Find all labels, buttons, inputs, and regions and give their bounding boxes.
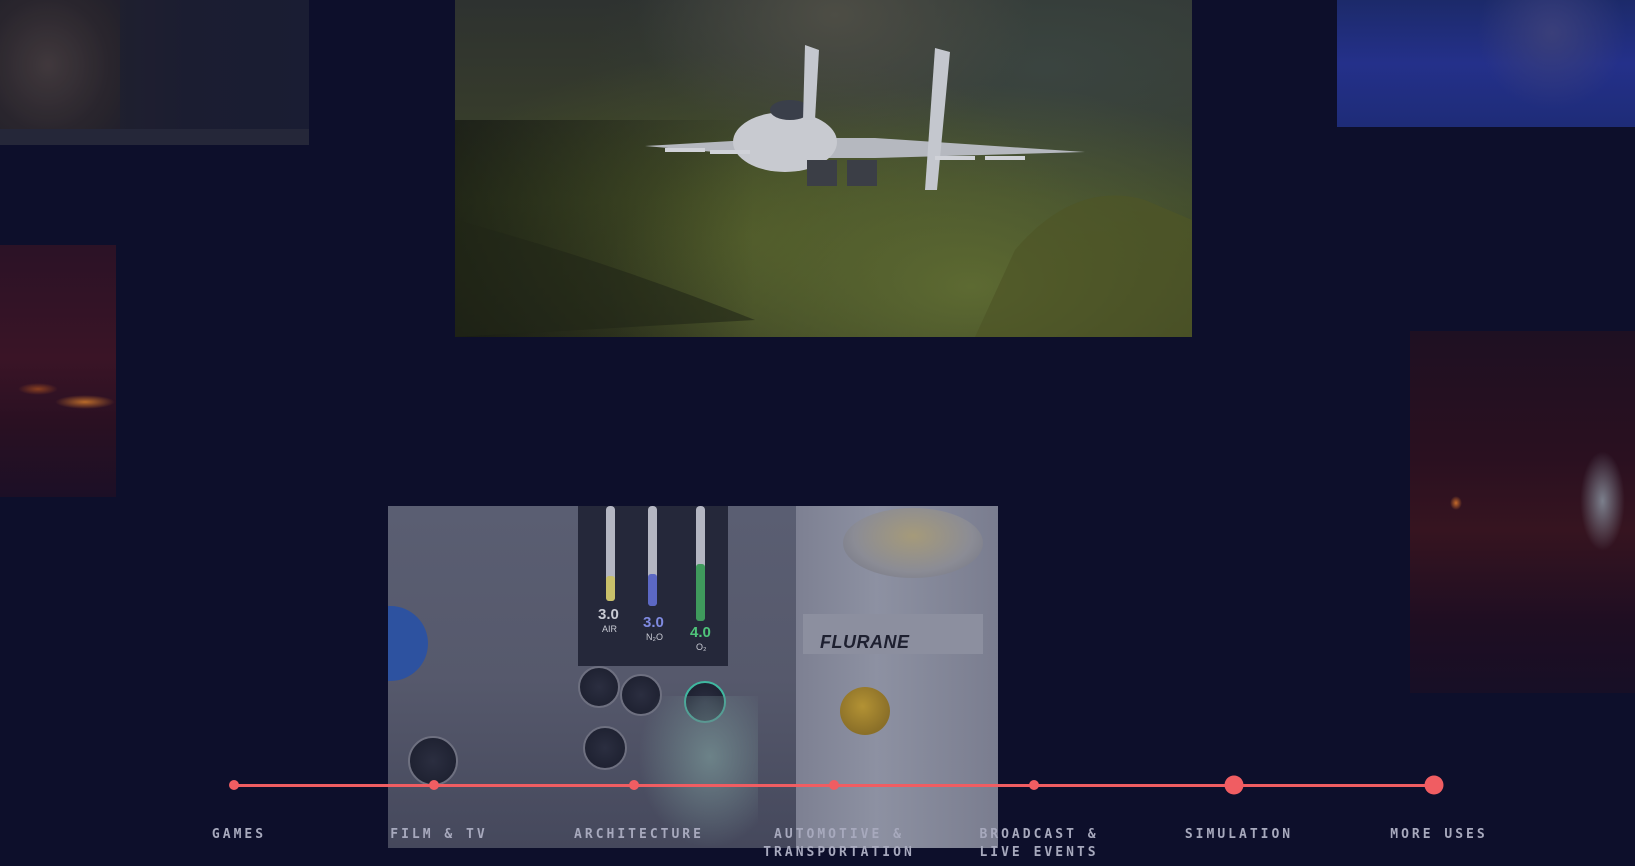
air-label: AIR xyxy=(602,624,618,634)
gas-gauge-panel: 3.0 AIR 3.0 N₂O 4.0 O₂ xyxy=(578,506,728,666)
air-fill xyxy=(606,576,615,601)
timeline-label-5[interactable]: BROADCAST & LIVE EVENTS xyxy=(979,826,1098,862)
knob-dial xyxy=(578,666,620,708)
timeline-dot-1[interactable] xyxy=(229,780,239,790)
o2-label: O₂ xyxy=(696,642,707,652)
blue-equipment xyxy=(388,606,428,681)
ember xyxy=(1450,496,1462,510)
vaporizer-dial xyxy=(843,508,983,578)
portrait-thumbnail xyxy=(0,0,309,145)
pressure-dial xyxy=(408,736,458,786)
vaporizer-button xyxy=(840,687,890,735)
n2o-value: 3.0 xyxy=(643,614,664,631)
fire-scene-thumbnail xyxy=(0,245,116,497)
timeline-label-4[interactable]: AUTOMOTIVE & TRANSPORTATION xyxy=(763,826,915,862)
o2-fill xyxy=(696,564,705,621)
vaporizer-label: FLURANE xyxy=(820,632,910,652)
portrait-strip xyxy=(0,129,309,145)
timeline-dot-7[interactable] xyxy=(1424,775,1444,795)
timeline-label-2[interactable]: FILM & TV xyxy=(390,826,487,844)
air-value: 3.0 xyxy=(598,606,619,623)
robot-figure xyxy=(1580,451,1625,551)
timeline-dot-2[interactable] xyxy=(429,780,439,790)
timeline-label-6[interactable]: SIMULATION xyxy=(1185,826,1293,844)
portrait-face xyxy=(0,0,120,145)
timeline-dot-5[interactable] xyxy=(1029,780,1039,790)
fire-glow xyxy=(55,395,115,409)
timeline-dot-4[interactable] xyxy=(829,780,839,790)
blue-figure xyxy=(1477,0,1627,110)
n2o-fill xyxy=(648,574,657,606)
o2-value: 4.0 xyxy=(690,624,711,641)
simulation-image[interactable]: 3.0 AIR 3.0 N₂O 4.0 O₂ FLURANE xyxy=(388,506,998,848)
pressure-dial xyxy=(583,726,627,770)
blue-scene-thumbnail xyxy=(1337,0,1635,127)
timeline-label-7[interactable]: MORE USES xyxy=(1390,826,1487,844)
robot-scene-thumbnail xyxy=(1410,331,1635,693)
timeline-label-3[interactable]: ARCHITECTURE xyxy=(574,826,704,844)
timeline-label-1[interactable]: GAMES xyxy=(212,826,266,844)
timeline-dot-6[interactable] xyxy=(1224,775,1244,795)
industries-showcase: 3.0 AIR 3.0 N₂O 4.0 O₂ FLURANE GAMES FILM… xyxy=(0,0,1635,866)
n2o-label: N₂O xyxy=(646,632,663,642)
fighter-jet-icon xyxy=(455,45,1192,337)
fighter-jet-image[interactable] xyxy=(455,0,1192,337)
timeline-dot-3[interactable] xyxy=(629,780,639,790)
fire-glow xyxy=(18,383,58,395)
